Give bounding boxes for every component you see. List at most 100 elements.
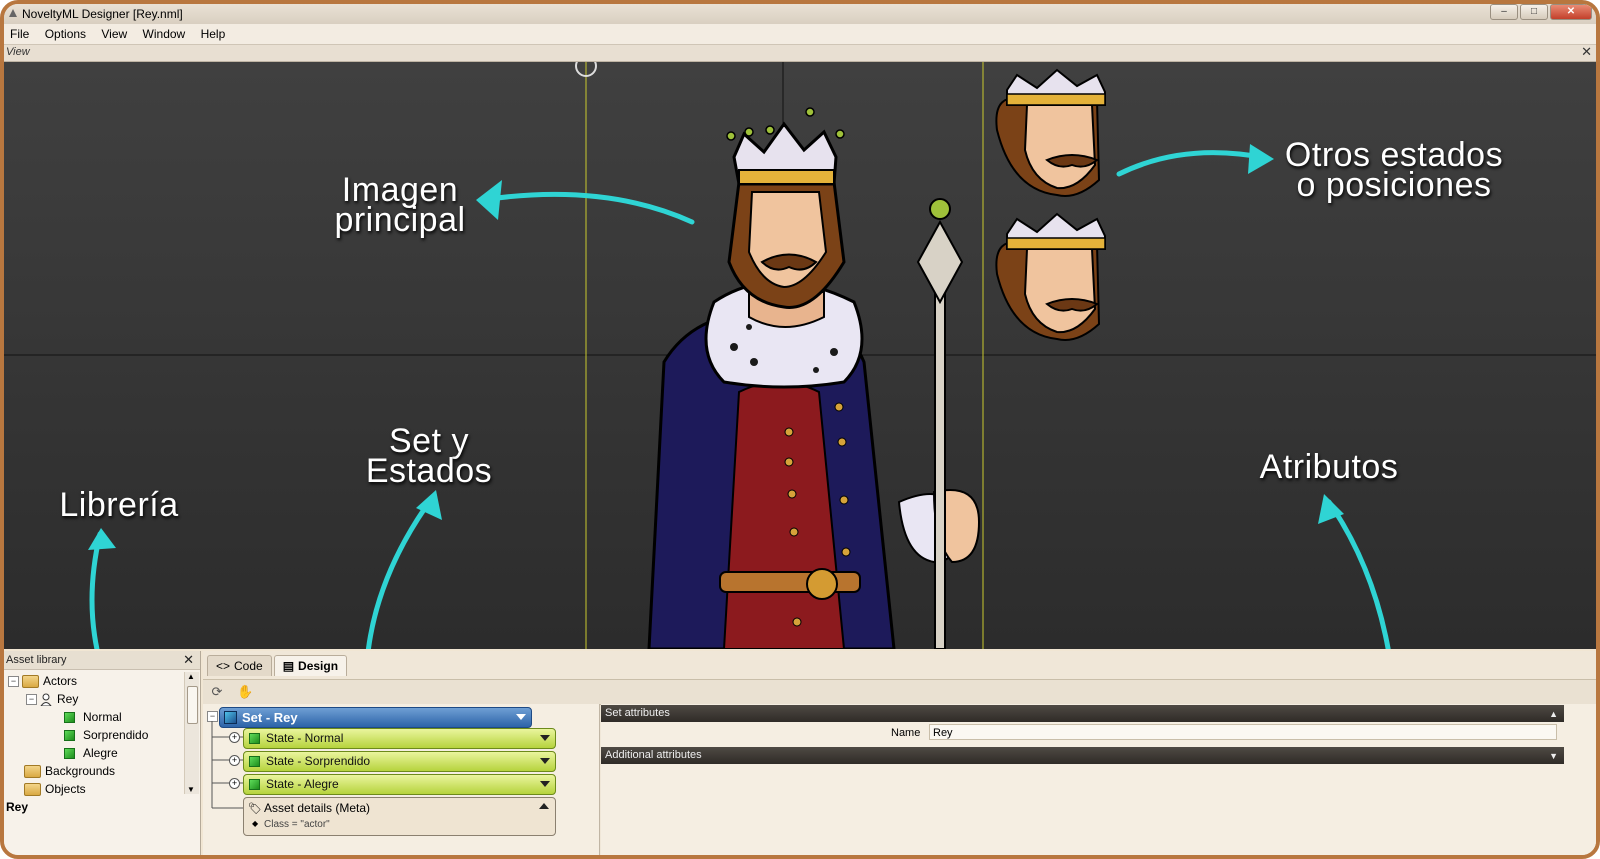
editor-tabs: <> Code ▤ Design xyxy=(207,655,348,677)
king-image[interactable] xyxy=(647,107,981,649)
asset-details-meta[interactable]: 🏷 Asset details (Meta) ◆ Class = "actor" xyxy=(243,797,556,836)
state-cube-icon xyxy=(64,711,75,723)
state-cube-icon xyxy=(249,779,260,790)
collapse-meta-icon[interactable] xyxy=(539,803,549,809)
tree-item-actors[interactable]: − Actors xyxy=(8,672,77,690)
asset-library-title: Asset library xyxy=(6,654,67,666)
menu-file[interactable]: File xyxy=(4,24,35,41)
meta-label: Asset details (Meta) xyxy=(264,801,371,815)
name-field[interactable]: Rey xyxy=(929,724,1557,740)
design-canvas[interactable]: Imagen principal Otros estados o posicio… xyxy=(4,62,1596,649)
set-dropdown-icon[interactable] xyxy=(516,714,526,720)
scepter-image[interactable] xyxy=(916,198,964,649)
tab-design-label: Design xyxy=(298,659,339,673)
expand-state-icon[interactable]: + xyxy=(229,778,240,789)
state-label: State - Alegre xyxy=(266,777,339,791)
state-cube-icon xyxy=(249,756,260,767)
minimize-button[interactable]: – xyxy=(1490,4,1518,20)
view-panel-label: View xyxy=(6,46,30,58)
state-head-sorprendido[interactable] xyxy=(995,68,1106,197)
set-icon xyxy=(224,711,237,724)
menu-view[interactable]: View xyxy=(95,24,133,41)
tab-code[interactable]: <> Code xyxy=(207,655,272,676)
annotation-set-states: Set y Estados xyxy=(354,424,504,490)
folder-icon xyxy=(24,782,41,796)
tree-item-label: Sorprendido xyxy=(83,728,149,742)
annotation-main-image-line2: principal xyxy=(334,201,466,239)
collapse-icon[interactable]: − xyxy=(26,693,37,705)
annotation-library: Librería xyxy=(59,486,179,524)
name-label: Name xyxy=(891,727,921,739)
folder-icon xyxy=(24,764,41,778)
state-dropdown-icon[interactable] xyxy=(540,735,550,741)
view-panel-header: View ✕ xyxy=(4,44,1596,62)
tree-item-rey[interactable]: − Rey xyxy=(26,690,78,708)
additional-attributes-header[interactable]: Additional attributes ▼ xyxy=(601,747,1564,764)
menu-help[interactable]: Help xyxy=(195,24,232,41)
annotation-attributes: Atributos xyxy=(1259,448,1399,486)
tree-item-label: Actors xyxy=(43,674,78,688)
scroll-up-icon[interactable]: ▲ xyxy=(187,672,195,681)
state-normal-bar[interactable]: State - Normal xyxy=(243,728,556,749)
state-head-alegre[interactable] xyxy=(995,212,1106,341)
hand-tool-icon[interactable]: ✋ xyxy=(237,684,253,700)
state-sorprendido-bar[interactable]: State - Sorprendido xyxy=(243,751,556,772)
expand-state-icon[interactable]: + xyxy=(229,732,240,743)
menu-options[interactable]: Options xyxy=(39,24,92,41)
design-toolbar: ⟳ ✋ xyxy=(203,679,1596,705)
tree-item-sorprendido[interactable]: Sorprendido xyxy=(64,726,148,744)
tree-item-label: Rey xyxy=(57,692,79,706)
refresh-icon[interactable]: ⟳ xyxy=(209,684,225,700)
tree-item-backgrounds[interactable]: Backgrounds xyxy=(24,762,115,780)
tag-icon: 🏷 xyxy=(248,803,262,815)
maximize-button[interactable]: □ xyxy=(1520,4,1548,20)
close-window-button[interactable]: ✕ xyxy=(1550,4,1592,20)
close-view-icon[interactable]: ✕ xyxy=(1581,44,1592,60)
state-dropdown-icon[interactable] xyxy=(540,758,550,764)
tree-item-label: Objects xyxy=(45,782,86,796)
state-label: State - Sorprendido xyxy=(266,754,371,768)
set-attributes-title: Set attributes xyxy=(605,707,670,719)
tree-item-normal[interactable]: Normal xyxy=(64,708,122,726)
folder-icon xyxy=(22,674,39,688)
selected-asset-label: Rey xyxy=(6,800,29,814)
tree-item-objects[interactable]: Objects xyxy=(24,780,86,798)
state-label: State - Normal xyxy=(266,731,344,745)
set-attributes-header[interactable]: Set attributes ▲ xyxy=(601,705,1564,722)
annotation-set-states-line2: Estados xyxy=(365,452,493,490)
state-cube-icon xyxy=(64,747,75,759)
asset-library-panel: Asset library ✕ − Actors − Rey Normal So… xyxy=(4,651,201,855)
scroll-thumb[interactable] xyxy=(187,686,198,724)
set-rey-bar[interactable]: Set - Rey xyxy=(219,707,532,728)
design-panel: <> Code ▤ Design ⟳ ✋ − Set - Rey + State… xyxy=(203,651,1596,855)
tab-design[interactable]: ▤ Design xyxy=(273,655,348,676)
expand-down-icon[interactable]: ▼ xyxy=(1549,751,1558,761)
name-attribute-row: Name Rey xyxy=(601,724,1564,742)
menu-bar: File Options View Window Help xyxy=(4,24,1596,45)
window-title: NoveltyML Designer [Rey.nml] xyxy=(22,7,183,21)
state-cube-icon xyxy=(64,729,75,741)
menu-window[interactable]: Window xyxy=(137,24,192,41)
expand-state-icon[interactable]: + xyxy=(229,755,240,766)
bullet-icon: ◆ xyxy=(252,819,259,828)
tree-item-label: Backgrounds xyxy=(45,764,116,778)
tree-item-label: Alegre xyxy=(83,746,118,760)
asset-tree-scrollbar[interactable]: ▲ ▼ xyxy=(184,672,199,794)
code-icon: <> xyxy=(216,659,231,673)
additional-attributes-title: Additional attributes xyxy=(605,749,702,761)
close-asset-library-icon[interactable]: ✕ xyxy=(183,652,194,668)
scroll-down-icon[interactable]: ▼ xyxy=(187,785,195,794)
collapse-icon[interactable]: − xyxy=(8,675,19,687)
annotation-other-states-line2: o posiciones xyxy=(1296,166,1492,204)
tab-code-label: Code xyxy=(234,659,263,673)
set-states-area: − Set - Rey + State - Normal + State - S… xyxy=(203,704,600,855)
attributes-area: Set attributes ▲ Name Rey Additional att… xyxy=(601,704,1596,855)
state-cube-icon xyxy=(249,733,260,744)
tree-item-alegre[interactable]: Alegre xyxy=(64,744,118,762)
asset-library-header: Asset library ✕ xyxy=(4,651,200,670)
state-dropdown-icon[interactable] xyxy=(540,781,550,787)
app-window: NoveltyML Designer [Rey.nml] – □ ✕ File … xyxy=(0,0,1600,859)
collapse-up-icon[interactable]: ▲ xyxy=(1549,709,1558,719)
annotation-other-states: Otros estados o posiciones xyxy=(1274,138,1514,204)
state-alegre-bar[interactable]: State - Alegre xyxy=(243,774,556,795)
